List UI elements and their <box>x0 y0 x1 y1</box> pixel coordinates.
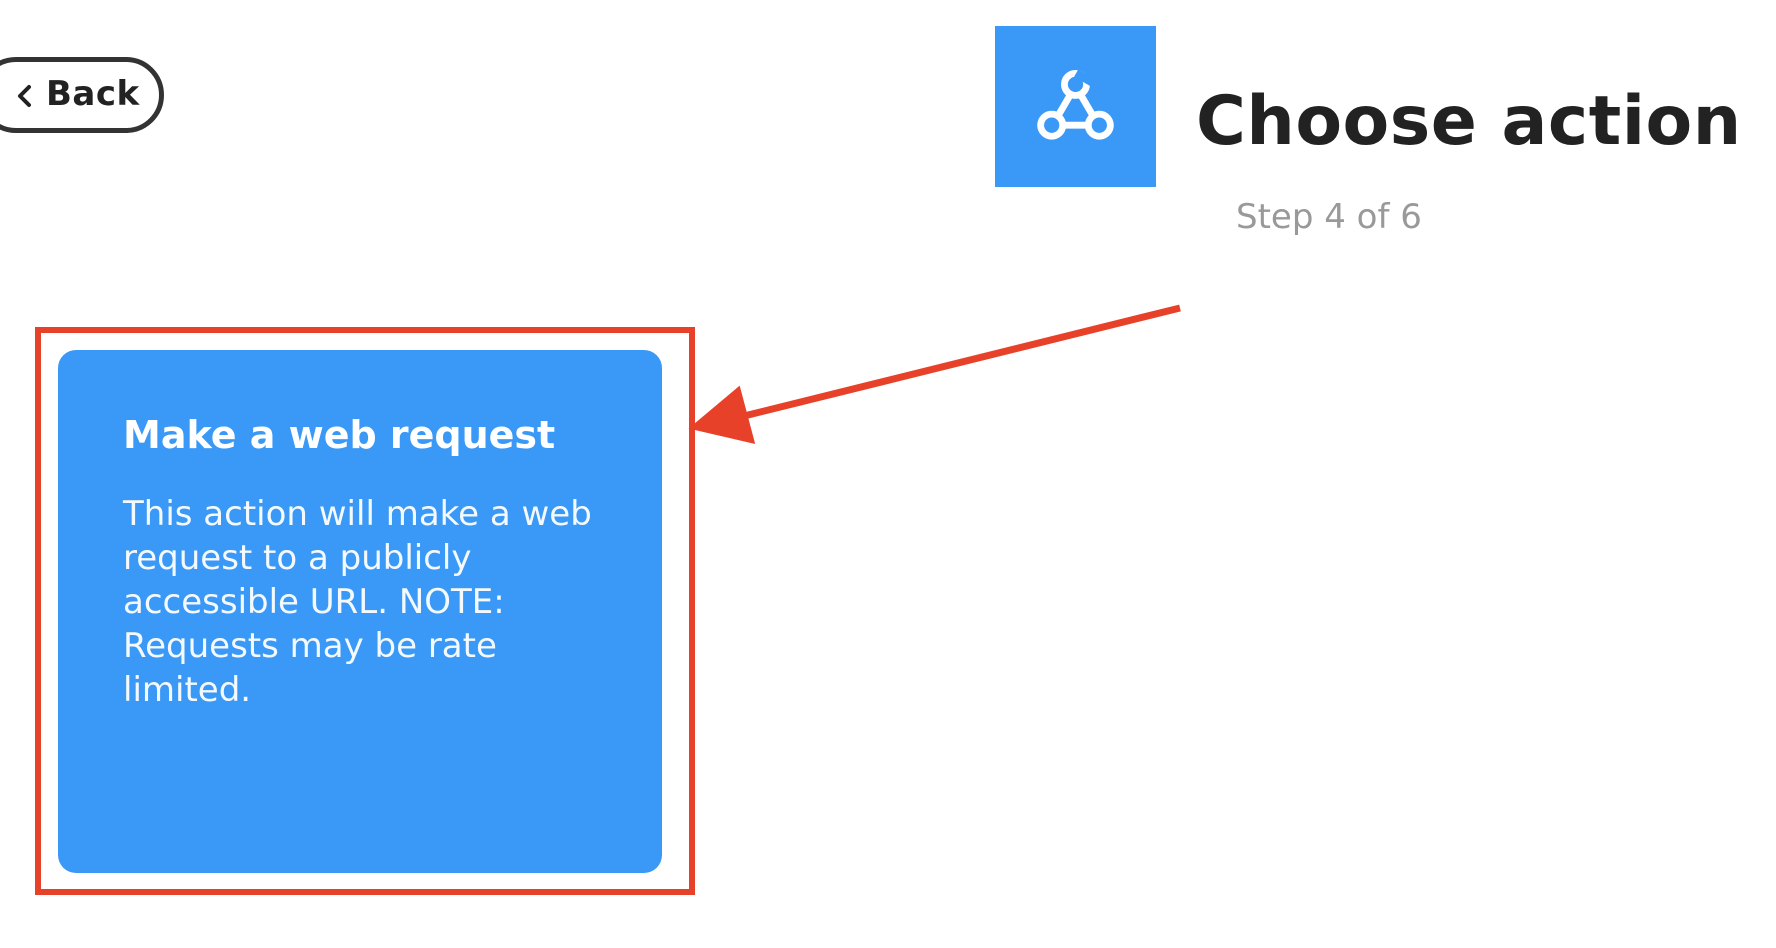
back-button-label: Back <box>46 74 140 114</box>
step-indicator: Step 4 of 6 <box>1236 197 1422 237</box>
webhooks-icon <box>1037 69 1114 140</box>
page: Back Choose action Step 4 of 6 Make a we… <box>0 0 1776 948</box>
webhooks-service-icon <box>995 26 1156 187</box>
action-card-make-web-request[interactable]: Make a web request This action will make… <box>58 350 662 873</box>
back-button[interactable]: Back <box>0 57 164 133</box>
chevron-left-icon <box>18 85 31 107</box>
action-card-description: This action will make a web request to a… <box>123 494 592 710</box>
action-card-title: Make a web request <box>123 413 556 457</box>
page-title: Choose action <box>1196 82 1742 161</box>
